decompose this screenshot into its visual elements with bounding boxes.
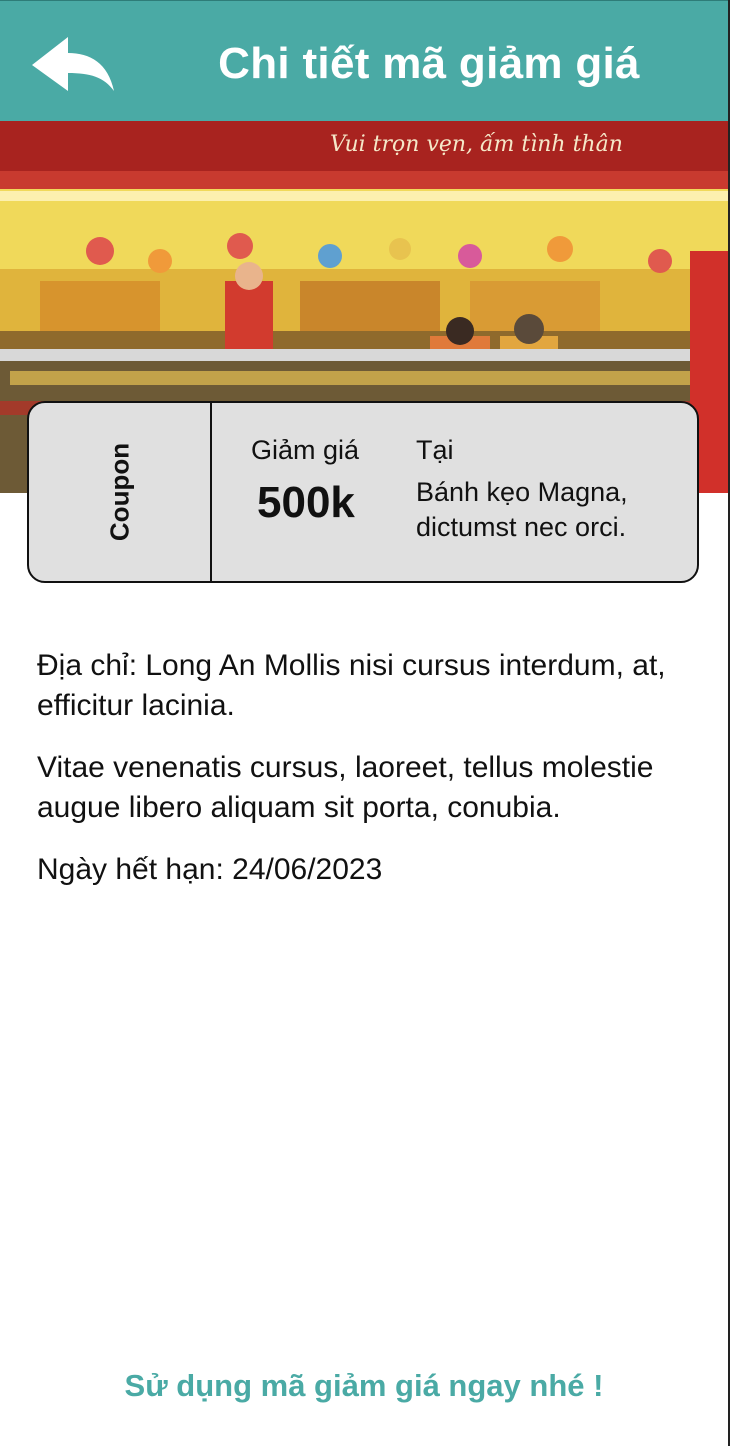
back-arrow-icon <box>32 37 114 91</box>
discount-label: Giảm giá <box>251 435 360 465</box>
back-button[interactable] <box>28 31 120 101</box>
use-coupon-button[interactable]: Sử dụng mã giảm giá ngay nhé ! <box>0 1368 728 1404</box>
discount-value: 500k <box>257 478 355 527</box>
store-name: Bánh kẹo Magna, dictumst nec orci. <box>416 477 628 542</box>
coupon-card: Coupon Giảm giá 500k Tại Bánh kẹo Magna,… <box>27 401 699 583</box>
expiry-date: Ngày hết hạn: 24/06/2023 <box>37 853 383 886</box>
coupon-tag: Coupon <box>29 403 212 581</box>
coupon-details: Địa chỉ: Long An Mollis nisi cursus inte… <box>37 646 677 912</box>
page-title: Chi tiết mã giảm giá <box>218 39 640 88</box>
description-text: Vitae venenatis cursus, laoreet, tellus … <box>37 751 654 824</box>
coupon-tag-label: Coupon <box>104 442 134 542</box>
store-label: Tại <box>416 435 454 465</box>
app-header: Chi tiết mã giảm giá <box>0 0 728 122</box>
address-text: Địa chỉ: Long An Mollis nisi cursus inte… <box>37 649 666 722</box>
coupon-detail-screen: Chi tiết mã giảm giá Vui trọn vẹn, ấm tì… <box>0 0 730 1446</box>
svg-text:Vui trọn vẹn, ấm tình thân: Vui trọn vẹn, ấm tình thân <box>330 131 623 157</box>
